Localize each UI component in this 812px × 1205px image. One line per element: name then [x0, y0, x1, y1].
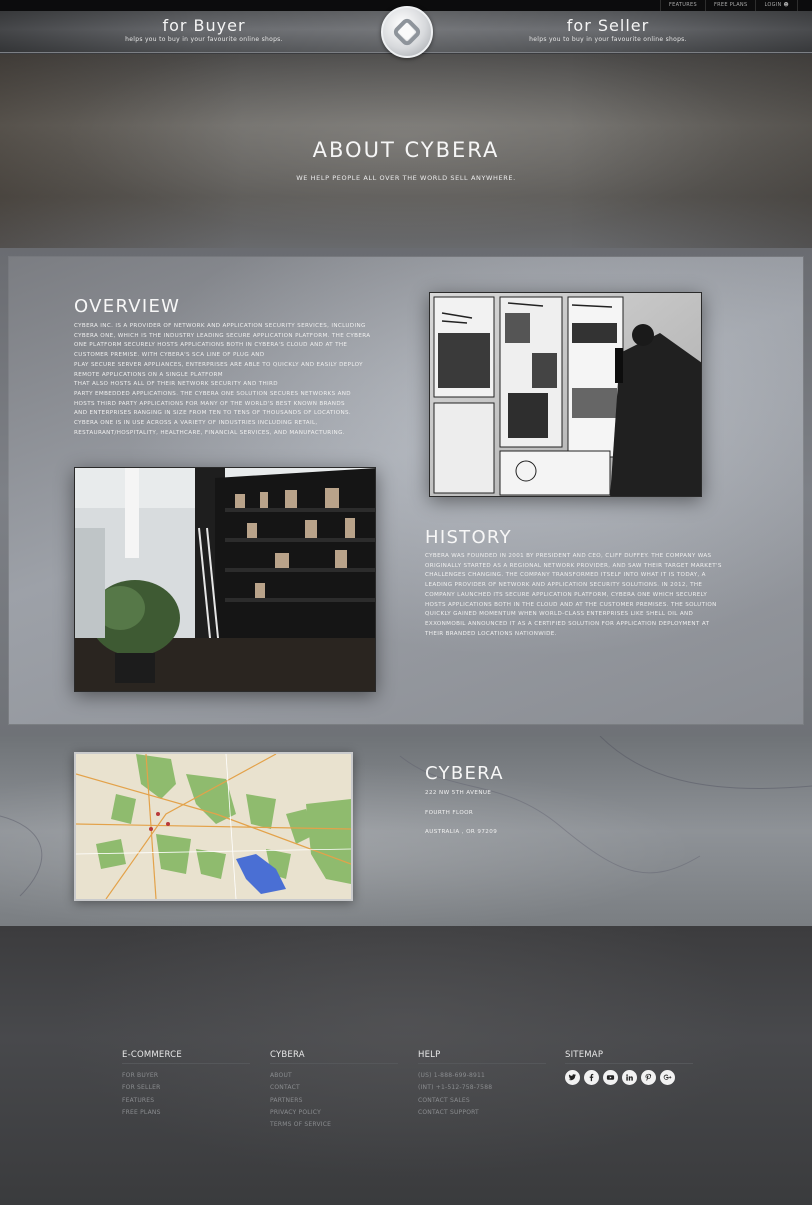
for-buyer-link[interactable]: for Buyer helps you to buy in your favou…: [94, 16, 314, 43]
overview-line: AND ENTERPRISES RANGING IN SIZE FROM TEN…: [74, 410, 352, 417]
hero-title: ABOUT CYBERA: [312, 138, 500, 162]
history-line: HOSTS APPLICATIONS BOTH IN THE CLOUD AND…: [425, 601, 717, 608]
overview-line: CYBERA ONE IS IN USE ACROSS A VARIETY OF…: [74, 420, 318, 427]
overview-line: ONE PLATFORM SECURELY HOSTS APPLICATIONS…: [74, 342, 348, 349]
footer-col-help: HELP (US) 1-888-699-8911 (INT) +1-512-75…: [418, 1050, 546, 1119]
overview-line: PARTY EMBEDDED APPLICATIONS. THE CYBERA …: [74, 390, 351, 397]
footer-link-us-phone[interactable]: (US) 1-888-699-8911: [418, 1070, 546, 1082]
footer-heading-sitemap: SITEMAP: [565, 1050, 693, 1064]
overview-line: CUSTOMER PREMISE. WITH CYBERA'S SCA LINE…: [74, 352, 265, 359]
footer-link-contact[interactable]: CONTACT: [270, 1082, 398, 1094]
for-seller-link[interactable]: for Seller helps you to buy in your favo…: [498, 16, 718, 43]
logo-icon[interactable]: [381, 6, 433, 58]
footer-col-ecommerce: E-COMMERCE FOR BUYER FOR SELLER FEATURES…: [122, 1050, 250, 1119]
overview-line: RESTAURANT/HOSPITALITY, HEALTHCARE, FINA…: [74, 429, 345, 436]
page: FEATURES FREE PLANS LOGIN ☻ for Buyer he…: [0, 0, 812, 1205]
for-buyer-subtitle: helps you to buy in your favourite onlin…: [125, 36, 283, 43]
history-line: QUICKLY GAINED MOMENTUM WHEN WORLD-CLASS…: [425, 611, 694, 618]
for-buyer-title: for Buyer: [162, 16, 246, 35]
history-line: ORIGINALLY STARTED AS A REGIONAL NETWORK…: [425, 562, 722, 569]
overview-line: CYBERA ONE, WHICH IS THE INDUSTRY LEADIN…: [74, 332, 371, 339]
footer-link-for-seller[interactable]: FOR SELLER: [122, 1082, 250, 1094]
youtube-icon[interactable]: [603, 1070, 618, 1085]
google-plus-icon[interactable]: [660, 1070, 675, 1085]
footer-link-terms-of-service[interactable]: TERMS OF SERVICE: [270, 1119, 398, 1131]
overview-title: OVERVIEW: [74, 296, 181, 317]
overview-line: HOSTS THIRD PARTY APPLICATIONS FOR MANY …: [74, 400, 345, 407]
whiteboard-photo: [429, 292, 702, 497]
pinterest-icon[interactable]: [641, 1070, 656, 1085]
social-links: [565, 1070, 693, 1085]
overview-line: REMOTE APPLICATIONS ON A SINGLE PLATFORM: [74, 371, 223, 378]
for-seller-subtitle: helps you to buy in your favourite onlin…: [529, 36, 687, 43]
footer-heading-help: HELP: [418, 1050, 546, 1064]
overview-text: CYBERA INC. IS A PROVIDER OF NETWORK AND…: [74, 322, 374, 438]
twitter-icon[interactable]: [565, 1070, 580, 1085]
footer-link-features[interactable]: FEATURES: [122, 1095, 250, 1107]
history-line: LEADING PROVIDER OF NETWORK AND APPLICAT…: [425, 582, 703, 589]
for-seller-title: for Seller: [566, 16, 650, 35]
footer-link-partners[interactable]: PARTNERS: [270, 1095, 398, 1107]
footer-link-for-buyer[interactable]: FOR BUYER: [122, 1070, 250, 1082]
hero-subtitle: WE HELP PEOPLE ALL OVER THE WORLD SELL A…: [296, 174, 516, 182]
address-line-3: AUSTRALIA , OR 97209: [425, 829, 498, 835]
facebook-icon[interactable]: [584, 1070, 599, 1085]
office-shelf-photo: [74, 467, 376, 692]
overview-line: THAT ALSO HOSTS ALL OF THEIR NETWORK SEC…: [74, 381, 278, 388]
footer-link-contact-sales[interactable]: CONTACT SALES: [418, 1095, 546, 1107]
linkedin-icon[interactable]: [622, 1070, 637, 1085]
history-title: HISTORY: [425, 527, 512, 548]
footer-heading-cybera: CYBERA: [270, 1050, 398, 1064]
footer-link-int-phone[interactable]: (INT) +1-512-758-7588: [418, 1082, 546, 1094]
user-icon: ☻: [783, 2, 789, 8]
footer-col-cybera: CYBERA ABOUT CONTACT PARTNERS PRIVACY PO…: [270, 1050, 398, 1131]
overview-line: PLAY SECURE SERVER APPLIANCES, ENTERPRIS…: [74, 361, 363, 368]
address-line-2: FOURTH FLOOR: [425, 810, 474, 816]
history-line: EXXONMOBIL ANNOUNCED IT AS A CERTIFIED S…: [425, 620, 710, 627]
util-login-link[interactable]: LOGIN ☻: [755, 0, 798, 11]
footer-link-contact-support[interactable]: CONTACT SUPPORT: [418, 1107, 546, 1119]
overview-line: CYBERA INC. IS A PROVIDER OF NETWORK AND…: [74, 323, 366, 329]
login-label: LOGIN: [764, 2, 782, 8]
util-features-link[interactable]: FEATURES: [659, 0, 705, 11]
history-line: CYBERA WAS FOUNDED IN 2001 BY PRESIDENT …: [425, 553, 712, 559]
contact-title: CYBERA: [425, 763, 504, 784]
history-line: CHALLENGES CHANGING. THE COMPANY TRANSFO…: [425, 572, 706, 579]
footer-link-about[interactable]: ABOUT: [270, 1070, 398, 1082]
address-line-1: 222 NW 5TH AVENUE: [425, 790, 492, 796]
footer-col-sitemap: SITEMAP: [565, 1050, 693, 1085]
hero: ABOUT CYBERA WE HELP PEOPLE ALL OVER THE…: [0, 54, 812, 258]
history-line: THEIR BRANDED LOCATIONS NATIONWIDE.: [425, 630, 557, 637]
history-line: COMPANY LAUNCHED ITS SECURE APPLICATION …: [425, 591, 708, 598]
footer-heading-ecommerce: E-COMMERCE: [122, 1050, 250, 1064]
util-free-plans-link[interactable]: FREE PLANS: [704, 0, 756, 11]
footer-link-free-plans[interactable]: FREE PLANS: [122, 1107, 250, 1119]
history-text: CYBERA WAS FOUNDED IN 2001 BY PRESIDENT …: [425, 552, 725, 639]
location-map[interactable]: [74, 752, 353, 901]
footer-link-privacy-policy[interactable]: PRIVACY POLICY: [270, 1107, 398, 1119]
